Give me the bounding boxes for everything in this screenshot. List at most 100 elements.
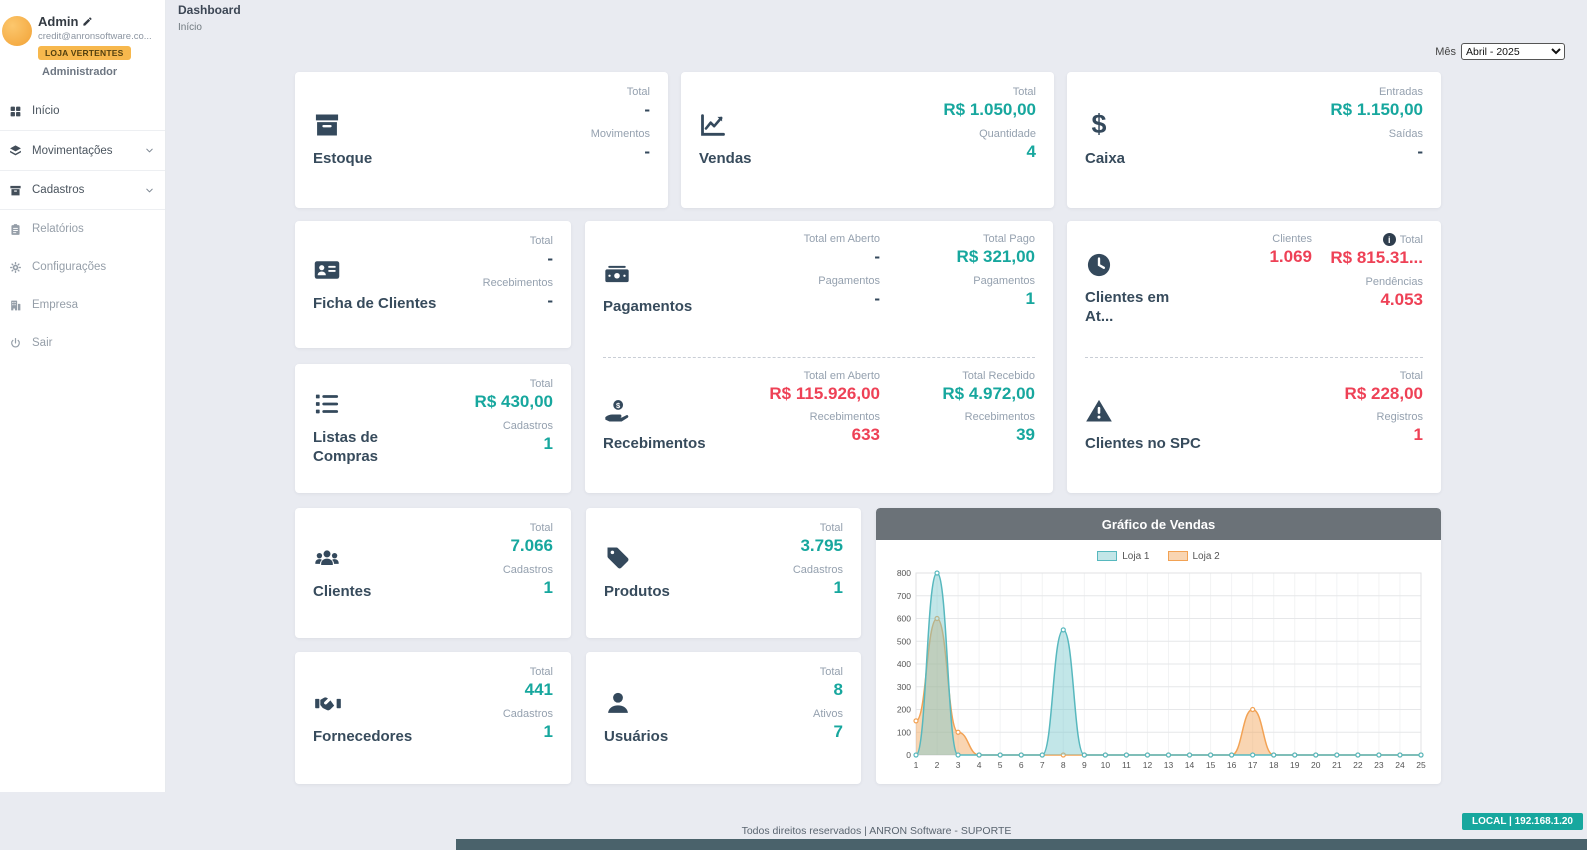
stat-label: Pagamentos <box>818 275 880 287</box>
svg-text:800: 800 <box>897 568 911 578</box>
sidebar-item-cadastros[interactable]: Cadastros <box>0 170 165 210</box>
cash-icon <box>603 260 725 288</box>
clipboard-icon <box>8 223 23 236</box>
stat-label: Recebimentos <box>483 277 553 289</box>
svg-text:19: 19 <box>1290 760 1300 770</box>
recebimentos-section: $ Recebimentos Total em Aberto R$ 115.92… <box>585 358 1053 494</box>
stat-label: Total <box>1400 370 1423 382</box>
svg-text:17: 17 <box>1248 760 1258 770</box>
card-caixa: $ Caixa Entradas R$ 1.150,00 Saídas - <box>1067 72 1441 208</box>
sidebar-item-empresa[interactable]: Empresa <box>0 286 165 324</box>
sidebar-item-relatorios[interactable]: Relatórios <box>0 210 165 248</box>
grid-icon <box>8 105 23 118</box>
pagamentos-section: Pagamentos Total em Aberto - Pagamentos … <box>585 221 1053 357</box>
stat-value: 1 <box>834 578 843 598</box>
svg-text:18: 18 <box>1269 760 1279 770</box>
card-title: Clientes <box>313 583 371 602</box>
stat-value: 441 <box>525 680 553 700</box>
card-vendas: Vendas Total R$ 1.050,00 Quantidade 4 <box>681 72 1054 208</box>
sales-chart-card: Gráfico de Vendas Loja 1Loja 2 123456789… <box>876 508 1441 784</box>
svg-text:700: 700 <box>897 591 911 601</box>
stat-value: 1.069 <box>1269 247 1312 267</box>
user-block: Admin credit@anronsoftware.co... LOJA VE… <box>0 0 165 88</box>
legend-label: Loja 2 <box>1193 551 1220 562</box>
stat: Total Recebido R$ 4.972,00 <box>942 370 1035 404</box>
svg-text:2: 2 <box>935 760 940 770</box>
card-usuarios: Usuários Total 8 Ativos 7 <box>586 652 861 784</box>
svg-text:13: 13 <box>1164 760 1174 770</box>
stat-value: 1 <box>544 578 553 598</box>
stat-label: Total em Aberto <box>804 233 880 245</box>
svg-text:1: 1 <box>914 760 919 770</box>
card-fornecedores: Fornecedores Total 441 Cadastros 1 <box>295 652 571 784</box>
month-select[interactable]: Abril - 2025 <box>1461 43 1565 60</box>
chart-legend: Loja 1 Loja 2 <box>876 549 1441 563</box>
sidebar: Admin credit@anronsoftware.co... LOJA VE… <box>0 0 166 792</box>
stat: Cadastros 1 <box>793 564 843 598</box>
stat: Entradas R$ 1.150,00 <box>1330 86 1423 120</box>
svg-text:12: 12 <box>1143 760 1153 770</box>
stat-label: Saídas <box>1389 128 1423 140</box>
chart-line-icon <box>699 111 752 139</box>
footer-text: Todos direitos reservados | ANRON Softwa… <box>166 825 1587 837</box>
chevron-down-icon <box>144 185 155 196</box>
card-clientes: Clientes Total 7.066 Cadastros 1 <box>295 508 571 638</box>
dollar-icon: $ <box>1085 111 1125 139</box>
stat-label: Cadastros <box>793 564 843 576</box>
stat-value: R$ 815.31... <box>1330 248 1423 268</box>
building-icon <box>8 299 23 312</box>
stat-value: 1 <box>544 434 553 454</box>
warning-icon <box>1085 397 1225 425</box>
legend-swatch <box>1097 551 1117 561</box>
sidebar-nav: Início Movimentações Cadastros <box>0 92 165 362</box>
user-role: Administrador <box>42 66 152 78</box>
card-produtos: Produtos Total 3.795 Cadastros 1 <box>586 508 861 638</box>
svg-text:7: 7 <box>1040 760 1045 770</box>
edit-pencil-icon[interactable] <box>82 16 93 27</box>
legend-item[interactable]: Loja 1 <box>1097 551 1149 562</box>
svg-text:15: 15 <box>1206 760 1216 770</box>
stat-value: - <box>644 100 650 120</box>
stat-value: R$ 1.150,00 <box>1330 100 1423 120</box>
info-icon[interactable]: i <box>1383 233 1396 246</box>
sidebar-item-inicio[interactable]: Início <box>0 92 165 130</box>
nav-label: Configurações <box>32 261 106 273</box>
card-title: Vendas <box>699 150 752 169</box>
layers-icon <box>8 144 23 157</box>
stat-label: Entradas <box>1379 86 1423 98</box>
chevron-down-icon <box>144 145 155 156</box>
sidebar-item-configuracoes[interactable]: Configurações <box>0 248 165 286</box>
people-icon <box>313 544 371 572</box>
svg-text:4: 4 <box>977 760 982 770</box>
card-clientes-atraso-spc: Clientes em At... Clientes 1.069 <box>1067 221 1441 493</box>
card-pagamentos-recebimentos: Pagamentos Total em Aberto - Pagamentos … <box>585 221 1053 493</box>
legend-item[interactable]: Loja 2 <box>1168 551 1220 562</box>
stat: Total 441 <box>525 666 553 700</box>
svg-text:22: 22 <box>1353 760 1363 770</box>
archive-icon <box>8 184 23 197</box>
sales-chart-svg: 1234567891011121314151617181920212223242… <box>886 565 1431 777</box>
stat-label: Total <box>820 522 843 534</box>
page-head: Dashboard Início <box>178 3 241 33</box>
stat-label: Total <box>627 86 650 98</box>
avatar[interactable] <box>2 16 32 46</box>
card-title: Clientes em At... <box>1085 289 1201 327</box>
stat-label: Cadastros <box>503 564 553 576</box>
stat-value: 39 <box>1016 425 1035 445</box>
svg-text:200: 200 <box>897 705 911 715</box>
card-title: Caixa <box>1085 150 1125 169</box>
month-label: Mês <box>1435 46 1456 58</box>
stat: Total 7.066 <box>510 522 553 556</box>
stat-value: R$ 115.926,00 <box>769 384 880 404</box>
stat-value: R$ 1.050,00 <box>943 100 1036 120</box>
svg-text:20: 20 <box>1311 760 1321 770</box>
sidebar-item-sair[interactable]: Sair <box>0 324 165 362</box>
stat: Saídas - <box>1389 128 1423 162</box>
stat: Total R$ 228,00 <box>1345 370 1423 404</box>
svg-text:8: 8 <box>1061 760 1066 770</box>
stat-label: Total Pago <box>983 233 1035 245</box>
sidebar-item-movimentacoes[interactable]: Movimentações <box>0 130 165 170</box>
stat-label: Movimentos <box>591 128 650 140</box>
stat-value: 1 <box>1414 425 1423 445</box>
stat: Total 8 <box>820 666 843 700</box>
